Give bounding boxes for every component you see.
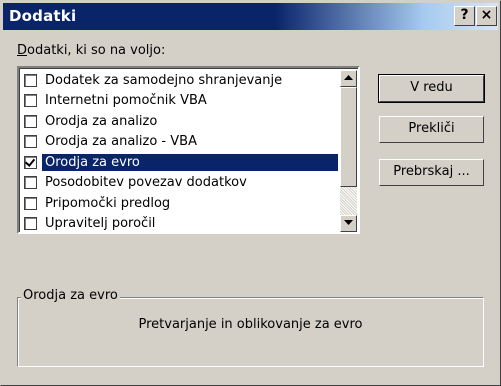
ok-button[interactable]: V redu: [378, 74, 485, 103]
cancel-button[interactable]: Prekliči: [379, 116, 484, 143]
dialog-title: Dodatki: [9, 7, 77, 25]
close-button[interactable]: ×: [476, 6, 497, 26]
addin-checkbox[interactable]: [24, 135, 37, 149]
help-button[interactable]: ?: [454, 6, 475, 26]
addin-label: Internetni pomočnik VBA: [45, 93, 207, 109]
addin-item[interactable]: Orodja za analizo: [21, 111, 338, 132]
description-title: Orodja za evro: [21, 288, 120, 303]
description-groupbox: [17, 297, 484, 367]
addin-item[interactable]: Posodobitev povezav dodatkov: [21, 173, 338, 194]
scroll-up-button[interactable]: [340, 70, 357, 87]
arrow-down-icon: [344, 220, 353, 225]
browse-button[interactable]: Prebrskaj ...: [379, 159, 484, 186]
addin-checkbox[interactable]: [24, 217, 37, 231]
addins-list: Dodatek za samodejno shranjevanje Interne…: [21, 70, 338, 234]
addin-checkbox[interactable]: [24, 73, 37, 87]
addin-item[interactable]: Pripomočki predlog: [21, 193, 338, 214]
addin-label: Orodja za analizo: [45, 113, 158, 129]
addin-item[interactable]: Internetni pomočnik VBA: [21, 91, 338, 112]
addin-checkbox[interactable]: [24, 94, 37, 108]
addin-item[interactable]: Upravitelj poročil: [21, 214, 338, 235]
addin-label: Upravitelj poročil: [45, 216, 156, 232]
title-bar[interactable]: Dodatki ? ×: [3, 3, 498, 30]
addins-dialog: Dodatki ? × Dodatki, ki so na voljo: Dod…: [0, 0, 501, 386]
addin-label: Orodja za evro: [42, 153, 338, 171]
addin-item[interactable]: Orodja za evro: [21, 152, 338, 173]
addin-checkbox[interactable]: [24, 176, 37, 190]
scroll-down-button[interactable]: [340, 215, 357, 232]
addin-label: Orodja za analizo - VBA: [45, 134, 197, 150]
available-addins-label: Dodatki, ki so na voljo:: [17, 43, 166, 58]
vertical-scrollbar[interactable]: [340, 70, 357, 232]
arrow-up-icon: [344, 75, 353, 80]
description-text: Pretvarjanje in oblikovanje za evro: [138, 317, 363, 332]
addin-item[interactable]: Dodatek za samodejno shranjevanje: [21, 70, 338, 91]
addin-label: Dodatek za samodejno shranjevanje: [45, 72, 283, 88]
addin-checkbox[interactable]: [24, 196, 37, 210]
addin-item[interactable]: Orodja za analizo - VBA: [21, 132, 338, 153]
addin-checkbox[interactable]: [24, 155, 37, 169]
addin-label: Posodobitev povezav dodatkov: [45, 175, 247, 191]
addin-checkbox[interactable]: [24, 114, 37, 128]
addins-listbox[interactable]: Dodatek za samodejno shranjevanje Interne…: [17, 66, 360, 234]
scroll-thumb[interactable]: [340, 87, 357, 187]
addin-label: Pripomočki predlog: [45, 195, 171, 211]
